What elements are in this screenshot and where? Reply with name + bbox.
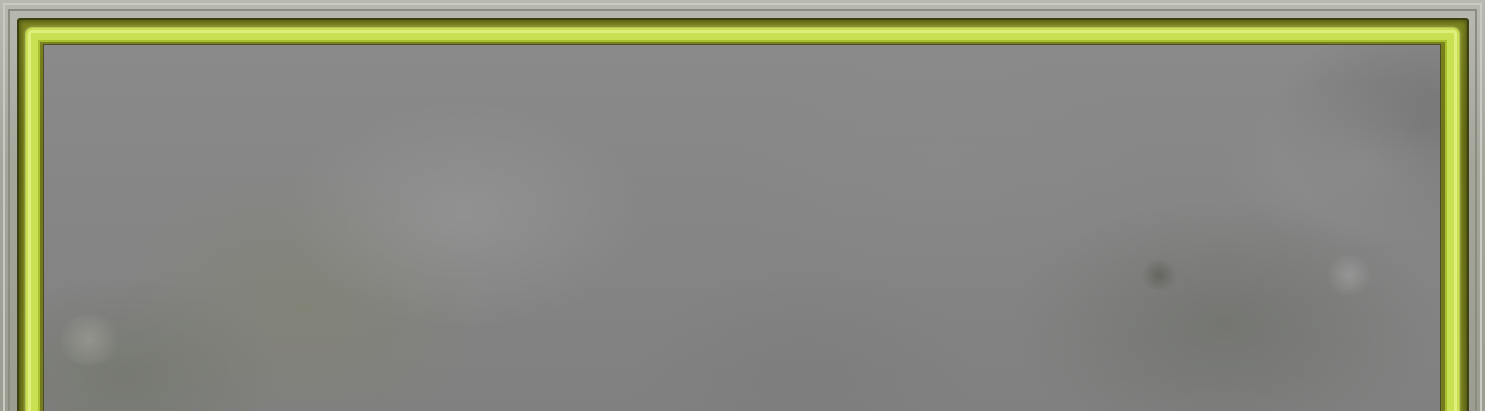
texture-speckle [1324,255,1374,295]
texture-speckle [1139,260,1179,290]
game-screen [0,0,1485,411]
texture-speckle [54,315,124,365]
cloudy-content-panel [43,44,1441,411]
